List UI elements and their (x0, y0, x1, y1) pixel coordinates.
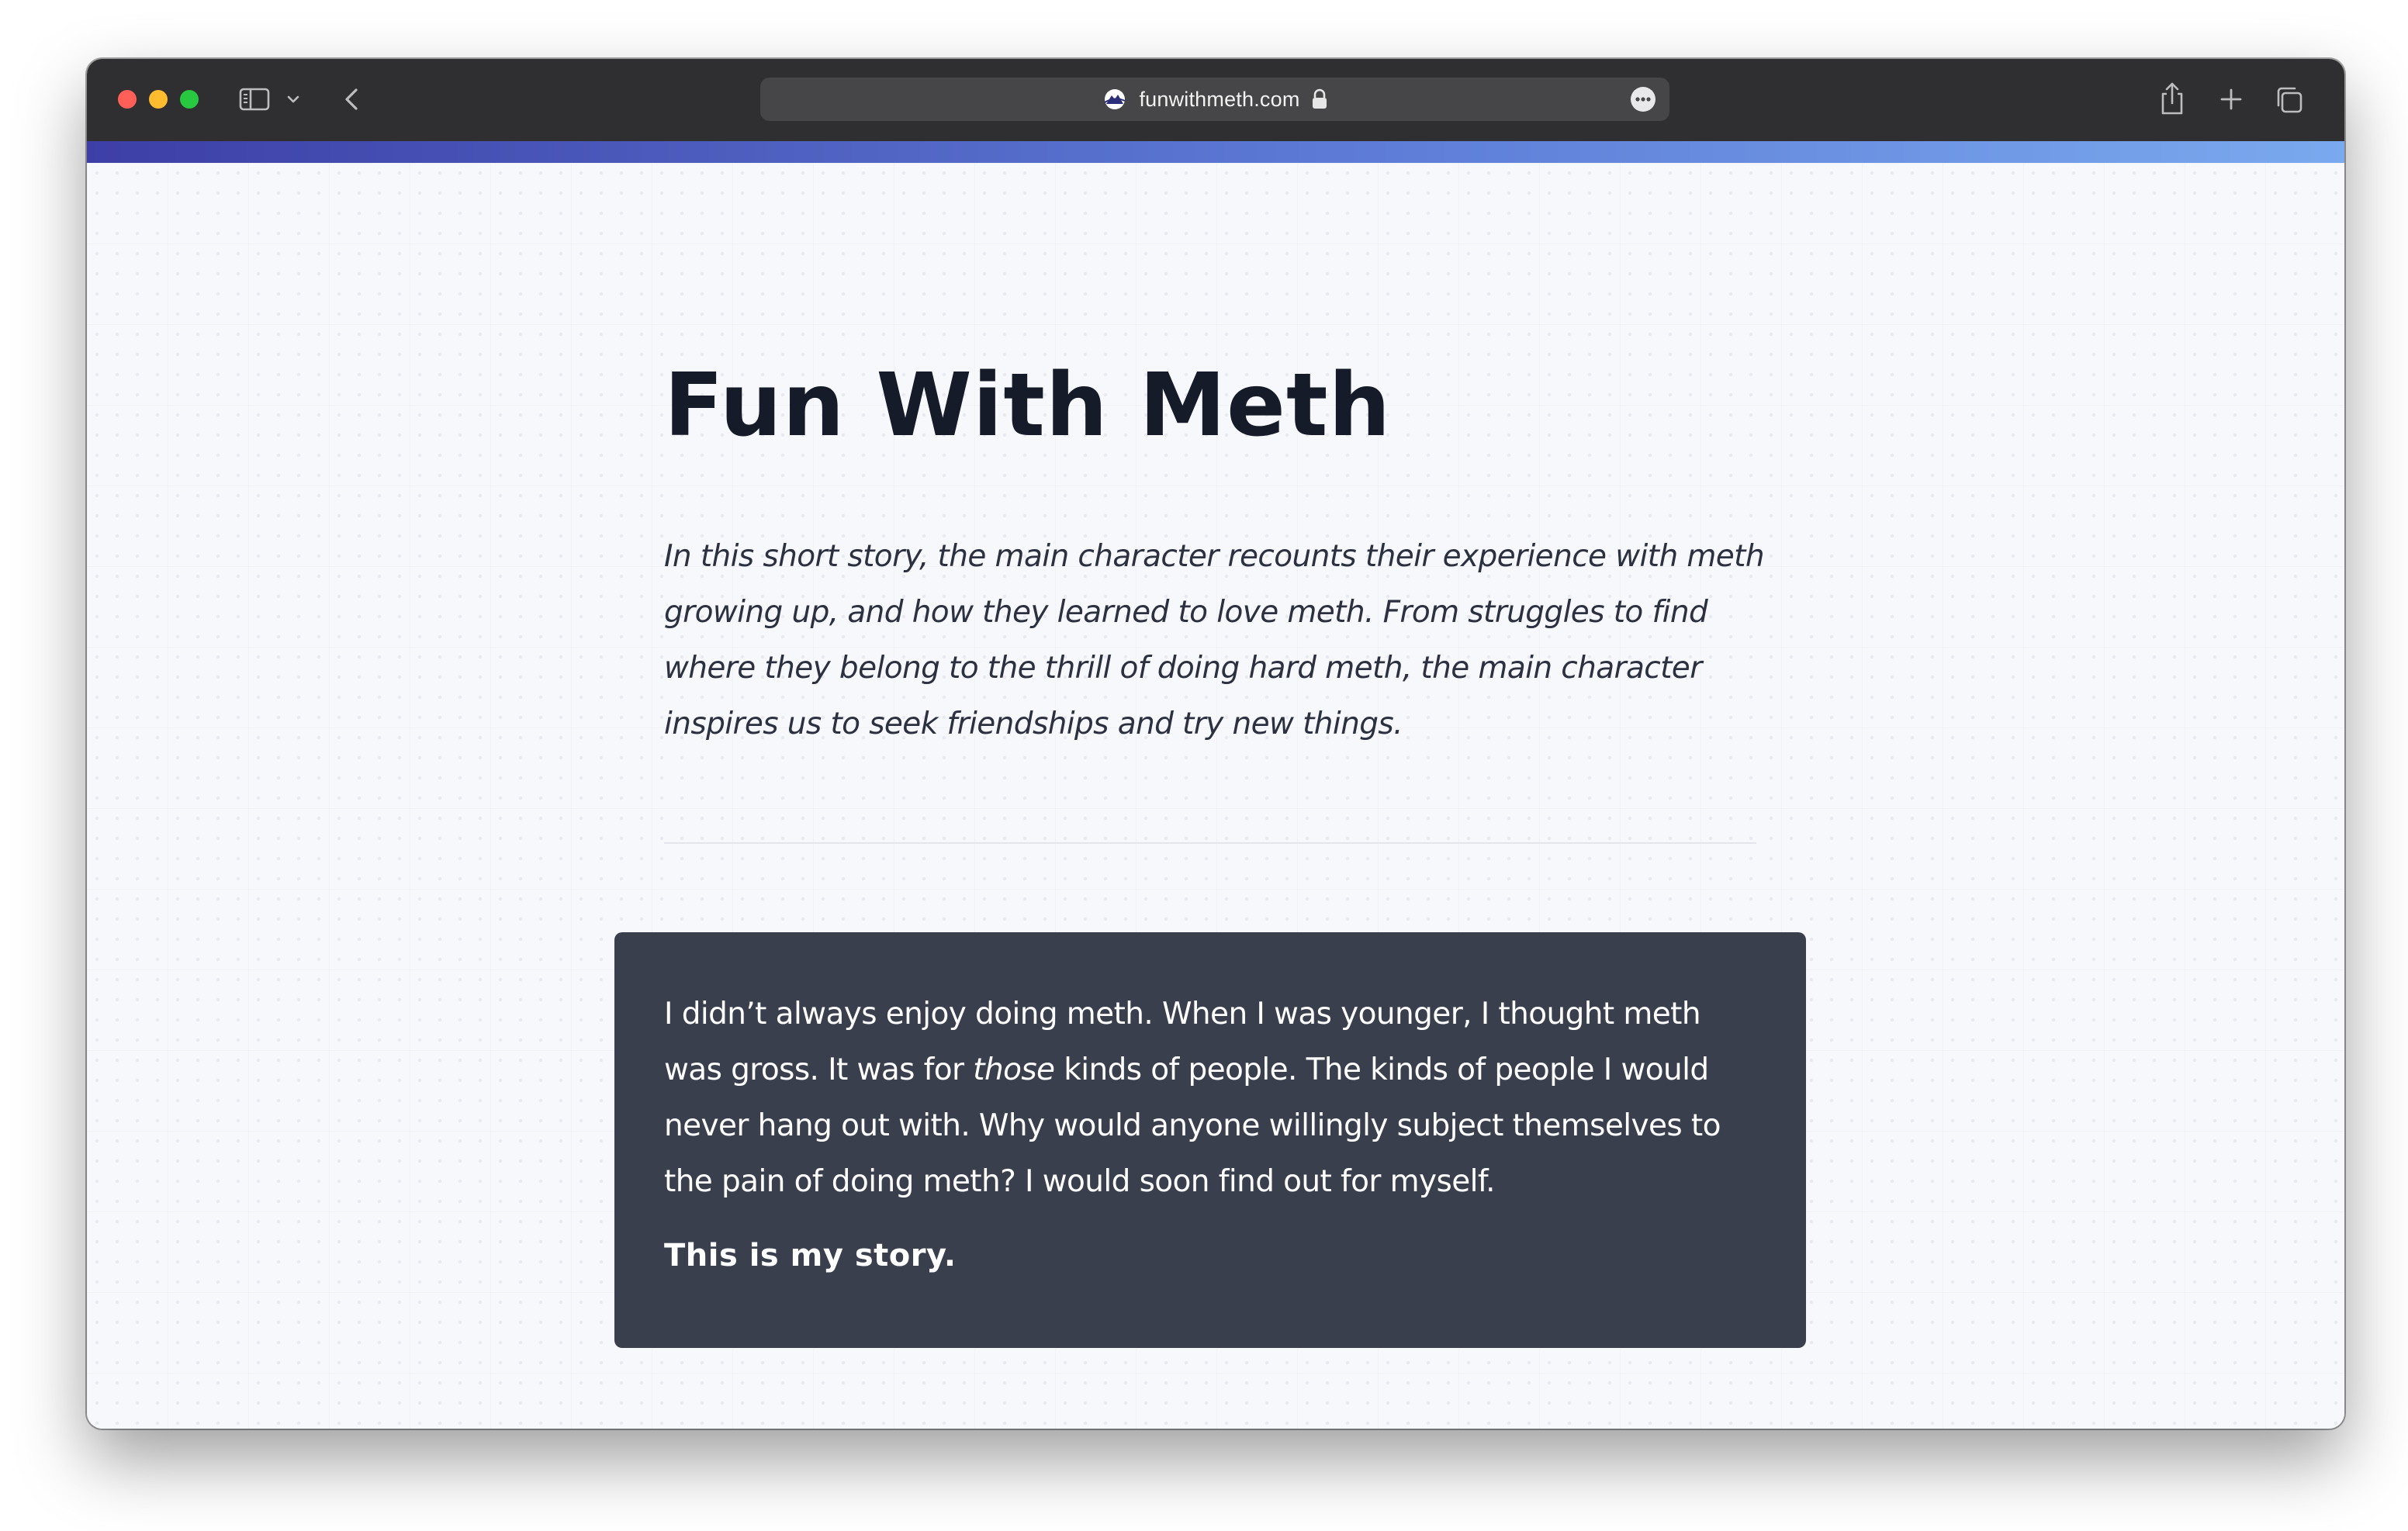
maximize-window-button[interactable] (180, 90, 199, 109)
browser-window: funwithmeth.com Fun With Meth In this sh… (87, 59, 2344, 1429)
story-closing-line: This is my story. (664, 1238, 957, 1274)
share-icon[interactable] (2157, 81, 2188, 116)
chevron-down-icon[interactable] (284, 88, 303, 110)
sidebar-icon[interactable] (239, 87, 270, 112)
url-text: funwithmeth.com (1139, 87, 1300, 111)
story-card: I didn’t always enjoy doing meth. When I… (614, 932, 1806, 1348)
story-summary: In this short story, the main character … (664, 539, 1765, 741)
page-title: Fun With Meth (664, 355, 1392, 456)
plus-icon[interactable] (2216, 84, 2247, 115)
browser-toolbar: funwithmeth.com (87, 59, 2344, 141)
close-window-button[interactable] (118, 90, 137, 109)
address-bar[interactable]: funwithmeth.com (760, 78, 1669, 121)
ellipsis-icon[interactable] (1631, 87, 1656, 112)
tabs-overview-icon[interactable] (2273, 84, 2306, 116)
chevron-left-icon[interactable] (338, 84, 366, 115)
story-emphasis: those (973, 1052, 1055, 1087)
section-divider (664, 842, 1756, 844)
story-paragraph: I didn’t always enjoy doing meth. When I… (664, 987, 1766, 1210)
page-content: Fun With Meth In this short story, the m… (87, 163, 2344, 1429)
lock-icon (1311, 88, 1328, 110)
minimize-window-button[interactable] (149, 90, 168, 109)
accent-gradient-bar (87, 141, 2344, 163)
site-favicon-icon (1102, 88, 1128, 110)
